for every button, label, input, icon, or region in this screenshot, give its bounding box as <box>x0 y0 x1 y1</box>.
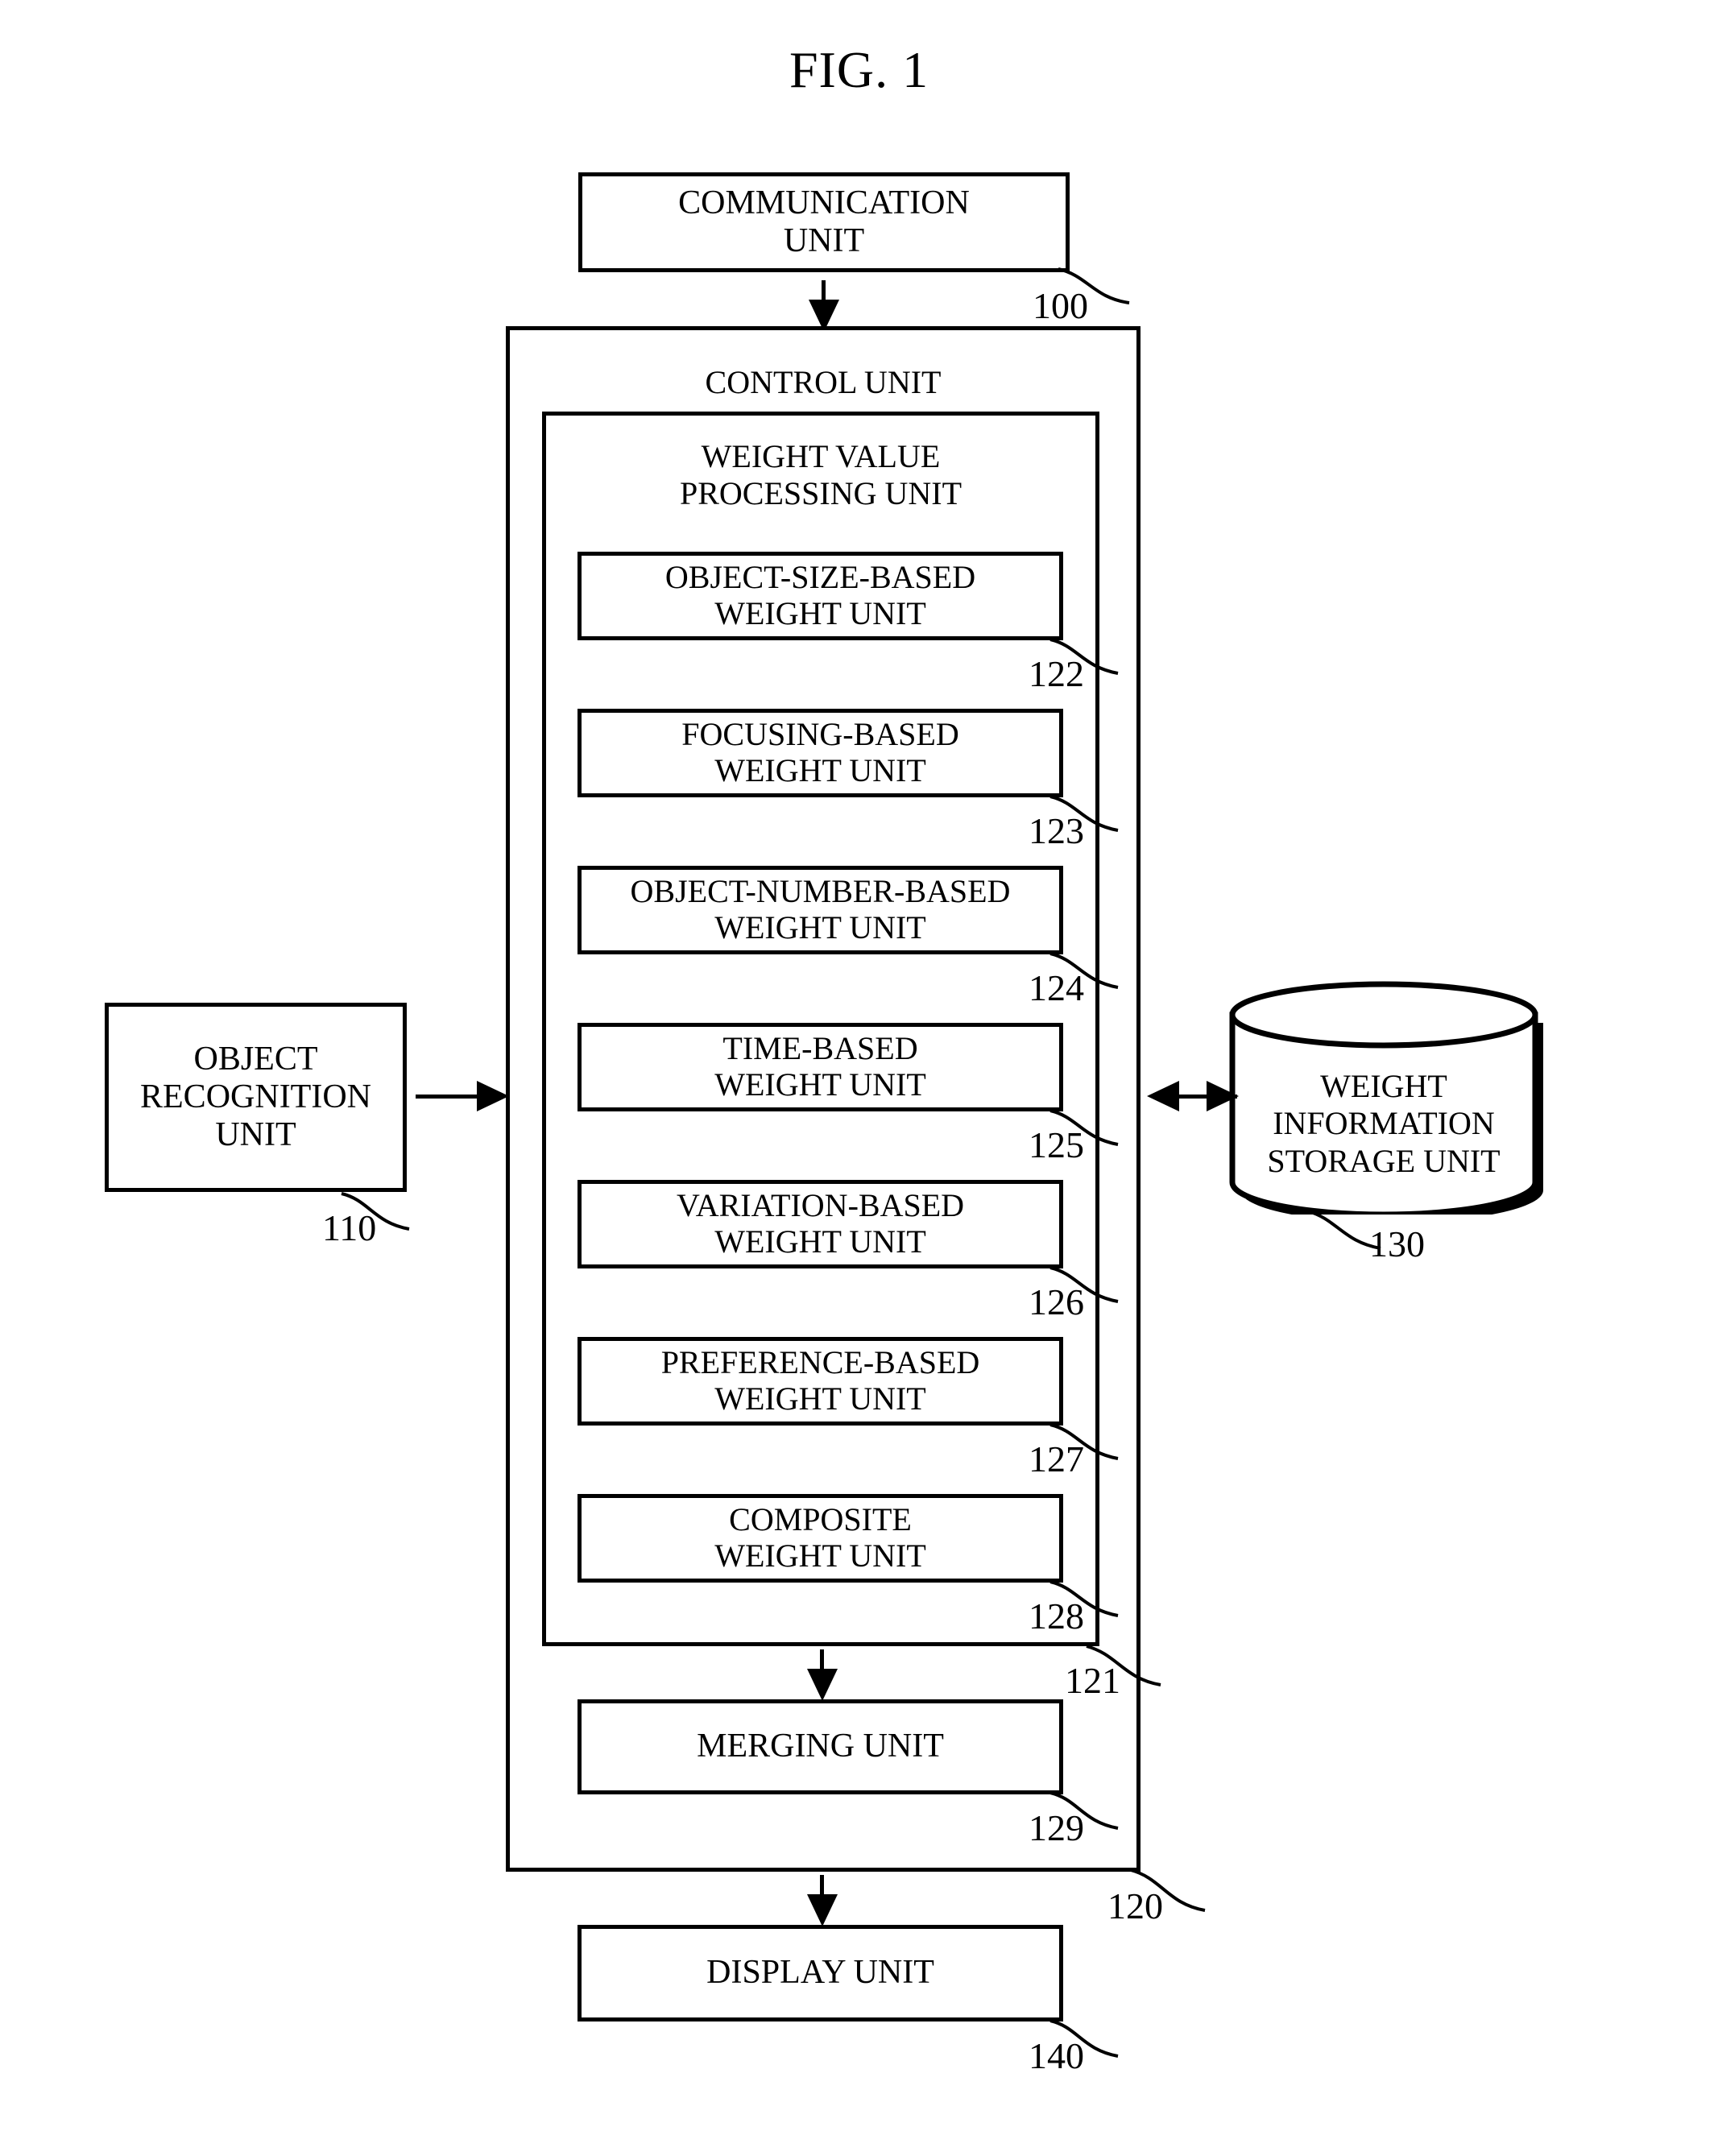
ref-number-122: 122 <box>1029 653 1084 694</box>
ref-number-121: 121 <box>1065 1660 1120 1701</box>
ref-number-128: 128 <box>1029 1595 1084 1637</box>
arrowhead-processing-to-merging <box>807 1669 838 1701</box>
ref-number-123: 123 <box>1029 810 1084 851</box>
arrowhead-to-control <box>1147 1081 1179 1111</box>
ref-number-127: 127 <box>1029 1438 1084 1479</box>
object-number-based-weight-unit-label: OBJECT-NUMBER-BASED WEIGHT UNIT <box>630 873 1011 946</box>
control-unit-label: CONTROL UNIT <box>705 364 942 400</box>
ref-number-126: 126 <box>1029 1281 1084 1322</box>
weight-value-processing-unit-label: WEIGHT VALUE PROCESSING UNIT <box>679 438 962 511</box>
time-based-weight-unit-label: TIME-BASED WEIGHT UNIT <box>714 1030 926 1103</box>
ref-number-130: 130 <box>1369 1223 1425 1264</box>
ref-number-100: 100 <box>1033 285 1088 326</box>
preference-based-weight-unit-box[interactable]: PREFERENCE-BASED WEIGHT UNIT <box>577 1337 1068 1430</box>
weight-information-storage-unit-cylinder[interactable]: WEIGHT INFORMATION STORAGE UNIT <box>1223 981 1545 1223</box>
object-size-based-weight-unit-box[interactable]: OBJECT-SIZE-BASED WEIGHT UNIT <box>577 552 1068 645</box>
ref-number-110: 110 <box>322 1207 377 1248</box>
composite-weight-unit-box[interactable]: COMPOSITE WEIGHT UNIT <box>577 1494 1068 1587</box>
variation-based-weight-unit-box[interactable]: VARIATION-BASED WEIGHT UNIT <box>577 1180 1068 1273</box>
variation-based-weight-unit-label: VARIATION-BASED WEIGHT UNIT <box>676 1187 965 1260</box>
figure-title: FIG. 1 <box>789 41 929 98</box>
merging-unit-label: MERGING UNIT <box>697 1728 944 1765</box>
ref-number-120: 120 <box>1107 1885 1163 1926</box>
communication-unit-box[interactable]: COMMUNICATION UNIT <box>578 172 1074 277</box>
object-size-based-weight-unit-label: OBJECT-SIZE-BASED WEIGHT UNIT <box>664 559 976 631</box>
focusing-based-weight-unit-label: FOCUSING-BASED WEIGHT UNIT <box>681 716 959 788</box>
composite-weight-unit-label: COMPOSITE WEIGHT UNIT <box>714 1501 926 1574</box>
time-based-weight-unit-box[interactable]: TIME-BASED WEIGHT UNIT <box>577 1023 1068 1116</box>
preference-based-weight-unit-label: PREFERENCE-BASED WEIGHT UNIT <box>660 1344 980 1417</box>
display-unit-label: DISPLAY UNIT <box>706 1954 934 1992</box>
focusing-based-weight-unit-box[interactable]: FOCUSING-BASED WEIGHT UNIT <box>577 709 1068 802</box>
communication-unit-label: COMMUNICATION UNIT <box>678 184 970 259</box>
ref-number-129: 129 <box>1029 1807 1084 1848</box>
figure-canvas: FIG. 1 COMMUNICATION UNIT 100 CONTROL UN… <box>0 0 1718 2156</box>
object-number-based-weight-unit-box[interactable]: OBJECT-NUMBER-BASED WEIGHT UNIT <box>577 866 1068 959</box>
object-recognition-unit-box[interactable]: OBJECT RECOGNITION UNIT <box>105 1003 412 1197</box>
ref-number-124: 124 <box>1029 967 1084 1008</box>
ref-number-140: 140 <box>1029 2035 1084 2076</box>
weight-information-storage-unit-label: WEIGHT INFORMATION STORAGE UNIT <box>1267 1068 1501 1179</box>
display-unit-box[interactable]: DISPLAY UNIT <box>577 1925 1068 2026</box>
arrowhead-recognition-to-control <box>477 1081 509 1111</box>
object-recognition-unit-label: OBJECT RECOGNITION UNIT <box>140 1040 371 1154</box>
merging-unit-box[interactable]: MERGING UNIT <box>577 1699 1068 1799</box>
arrowhead-control-to-display <box>807 1894 838 1926</box>
ref-number-125: 125 <box>1029 1124 1084 1165</box>
